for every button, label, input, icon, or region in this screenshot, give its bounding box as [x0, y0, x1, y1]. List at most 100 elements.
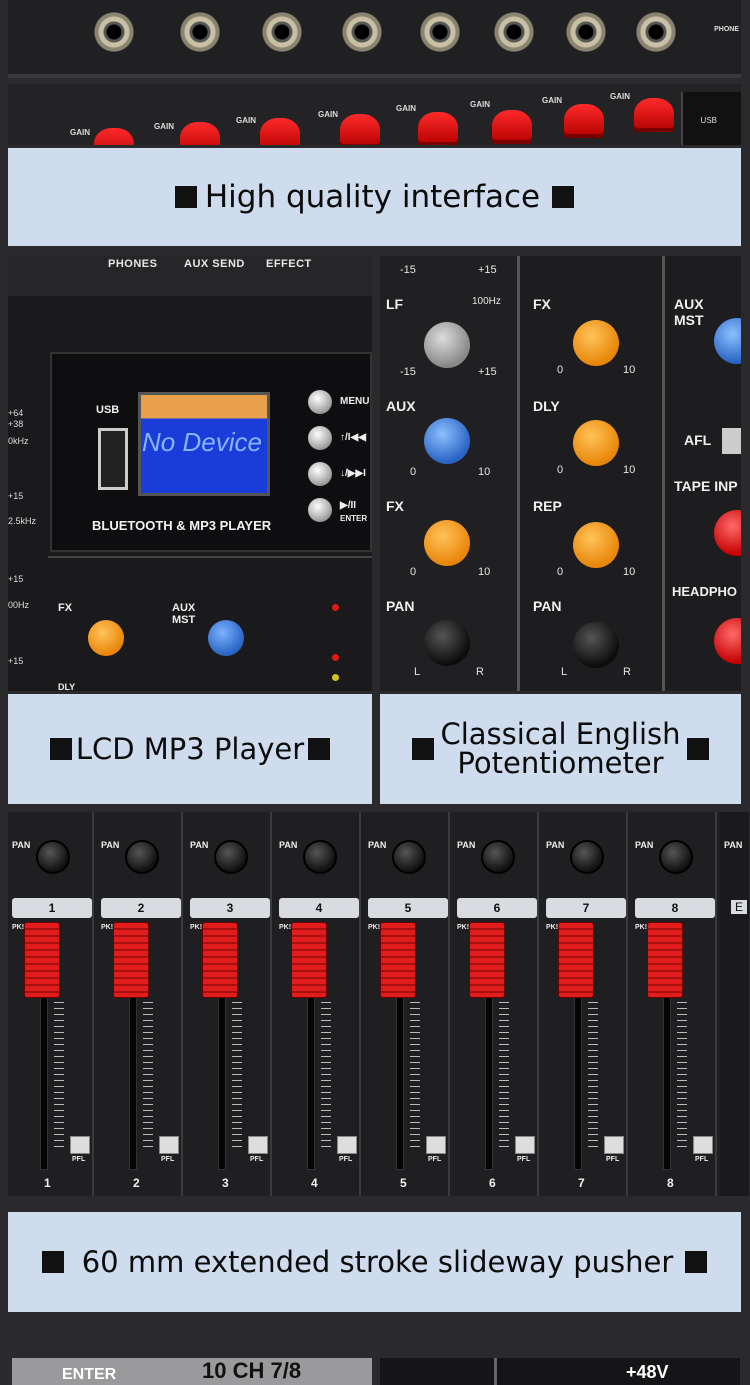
lf-knob [424, 322, 470, 368]
panel-divider [494, 1358, 497, 1385]
tape-input-label: TAPE INP [674, 478, 738, 494]
input-jack [636, 12, 676, 52]
scale-label: +64 [8, 408, 24, 418]
input-jack [420, 12, 460, 52]
pfl-label: PFL [606, 1156, 620, 1163]
caption-lcd: LCD MP3 Player [8, 694, 372, 804]
pfl-button[interactable] [604, 1136, 624, 1154]
pan-knob [303, 840, 337, 874]
pan-knob [392, 840, 426, 874]
aux-label: AUX [386, 398, 416, 414]
scale-label: -15 [400, 264, 416, 276]
channel-fader[interactable] [469, 922, 505, 998]
channel-strip: PAN 1 PK! PFL 1 [8, 812, 94, 1196]
input-jack [494, 12, 534, 52]
peak-label: PK! [279, 924, 292, 931]
mp3-player-module: USB No Device BLUETOOTH & MP3 PLAYER MEN… [50, 352, 372, 552]
channel-strip: PAN 8 PK! PFL 8 [631, 812, 717, 1196]
enter-label: ENTER [340, 514, 368, 523]
headphone-knob [714, 618, 741, 664]
pfl-button[interactable] [337, 1136, 357, 1154]
pan-knob [570, 840, 604, 874]
fader-scale [677, 1002, 687, 1152]
pfl-button[interactable] [248, 1136, 268, 1154]
fx-label: FX [533, 296, 551, 312]
peak-label: PK! [190, 924, 203, 931]
pfl-button[interactable] [515, 1136, 535, 1154]
phones-label: PHONE [714, 26, 739, 33]
channel-fader[interactable] [558, 922, 594, 998]
fader-scale [143, 1002, 153, 1152]
lcd-player-photo: PHONES AUX SEND EFFECT +64 +38 0kHz +15 … [8, 256, 372, 691]
channel-fader[interactable] [380, 922, 416, 998]
gain-label: GAIN [396, 104, 416, 113]
gain-knob [180, 122, 220, 145]
lf-label: LF [386, 296, 404, 312]
channel-bottom-number: 7 [578, 1176, 585, 1190]
channel-fader[interactable] [202, 922, 238, 998]
afl-button[interactable] [722, 428, 741, 454]
fx-knob [424, 520, 470, 566]
dly-knob [573, 420, 619, 466]
channel-fader[interactable] [291, 922, 327, 998]
fx-knob [573, 320, 619, 366]
scale-label: +15 [8, 491, 24, 501]
pan-knob [659, 840, 693, 874]
top-label-strip: PHONES AUX SEND EFFECT [8, 256, 372, 296]
input-jack [566, 12, 606, 52]
pan-knob [424, 620, 470, 666]
fx-label: FX [58, 602, 73, 614]
partial-photo-right: +48V [380, 1358, 740, 1385]
peak-label: PK! [368, 924, 381, 931]
indicator-led [332, 604, 339, 611]
peak-label: PK! [635, 924, 648, 931]
input-jack [262, 12, 302, 52]
square-bullet-icon [686, 738, 709, 760]
square-bullet-icon [49, 738, 72, 760]
gain-label: GAIN [70, 128, 90, 137]
channel-bottom-number: 8 [667, 1176, 674, 1190]
freq-label: 100Hz [472, 296, 501, 307]
channel-number: 5 [368, 898, 448, 918]
aux-mst-label: AUX MST [172, 602, 196, 626]
channel-bottom-number: 1 [44, 1176, 51, 1190]
channel-fader[interactable] [24, 922, 60, 998]
pfl-label: PFL [161, 1156, 175, 1163]
usb-label: USB [96, 404, 120, 416]
square-bullet-icon [412, 738, 435, 760]
pan-knob [573, 622, 619, 668]
pfl-label: PFL [339, 1156, 353, 1163]
channel-number: E [730, 900, 747, 914]
input-jack-row: PHONE [8, 0, 741, 78]
channel-strip: PAN 6 PK! PFL 6 [453, 812, 539, 1196]
caption-interface: High quality interface [8, 148, 741, 246]
pfl-button[interactable] [426, 1136, 446, 1154]
input-jack [180, 12, 220, 52]
pfl-button[interactable] [693, 1136, 713, 1154]
scale-label: +15 [478, 366, 497, 378]
pan-label: PAN [101, 840, 120, 850]
prev-button[interactable] [308, 426, 332, 450]
pfl-button[interactable] [70, 1136, 90, 1154]
next-button[interactable] [308, 462, 332, 486]
pfl-button[interactable] [159, 1136, 179, 1154]
channel-fader[interactable] [113, 922, 149, 998]
channel-number: 4 [279, 898, 359, 918]
caption-line-1: Classical English [440, 717, 681, 751]
square-bullet-icon [174, 186, 197, 208]
peak-label: PK! [12, 924, 25, 931]
caption-text: 60 mm extended stroke slideway pusher [81, 1244, 674, 1279]
gain-label: GAIN [542, 96, 562, 105]
scale-label: -15 [400, 366, 416, 378]
gain-knob [340, 114, 380, 145]
play-pause-button[interactable] [308, 498, 332, 522]
channel-fader[interactable] [647, 922, 683, 998]
fx-knob [88, 620, 124, 656]
rep-label: REP [533, 498, 562, 514]
pan-knob [481, 840, 515, 874]
next-label: ↓/▶▶I [340, 468, 366, 479]
channel-strip: -15 +15 LF 100Hz -15 +15 AUX 0 10 FX 0 1… [380, 256, 520, 691]
menu-button[interactable] [308, 390, 332, 414]
scale-label: 00Hz [8, 600, 30, 610]
scale-label: R [476, 666, 484, 678]
